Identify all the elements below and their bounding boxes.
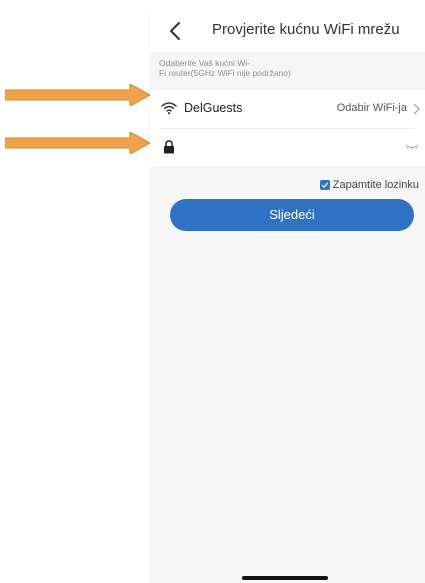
app-screen: Provjerite kućnu WiFi mrežu Odaberite Va… [150, 10, 425, 583]
lock-icon [164, 140, 174, 154]
hint-line-2: Fi router(5GHz WiFi nije podržano) [159, 68, 291, 78]
wifi-ssid: DelGuests [184, 101, 243, 115]
chevron-left-icon[interactable] [166, 20, 186, 42]
page-title: Provjerite kućnu WiFi mrežu [212, 21, 400, 38]
wifi-select-row[interactable]: DelGuests Odabir WiFi-ja [150, 90, 425, 128]
hint-line-1: Odaberite Vaš kućni Wi- [159, 58, 251, 68]
wifi-icon [161, 102, 177, 115]
screenshot: Provjerite kućnu WiFi mrežu Odaberite Va… [0, 0, 425, 583]
next-button[interactable]: Sljedeći [170, 199, 414, 231]
annotation-arrow-icon [5, 84, 150, 106]
chevron-right-icon[interactable] [412, 103, 420, 115]
remember-password-label: Zapamtite lozinku [332, 179, 419, 191]
select-wifi-link[interactable]: Odabir WiFi-ja [337, 102, 407, 114]
eye-closed-icon[interactable] [405, 143, 419, 151]
home-indicator[interactable] [242, 576, 328, 580]
nav-bar: Provjerite kućnu WiFi mrežu [150, 10, 425, 52]
checkbox-checked-icon[interactable] [319, 180, 330, 190]
password-row [150, 128, 425, 166]
password-input[interactable] [184, 136, 388, 160]
annotation-arrow-icon [5, 132, 150, 154]
remember-password[interactable]: Zapamtite lozinku [319, 178, 419, 192]
wifi-form-card: DelGuests Odabir WiFi-ja [150, 90, 425, 166]
hint-text: Odaberite Vaš kućni Wi- Fi router(5GHz W… [159, 58, 339, 78]
